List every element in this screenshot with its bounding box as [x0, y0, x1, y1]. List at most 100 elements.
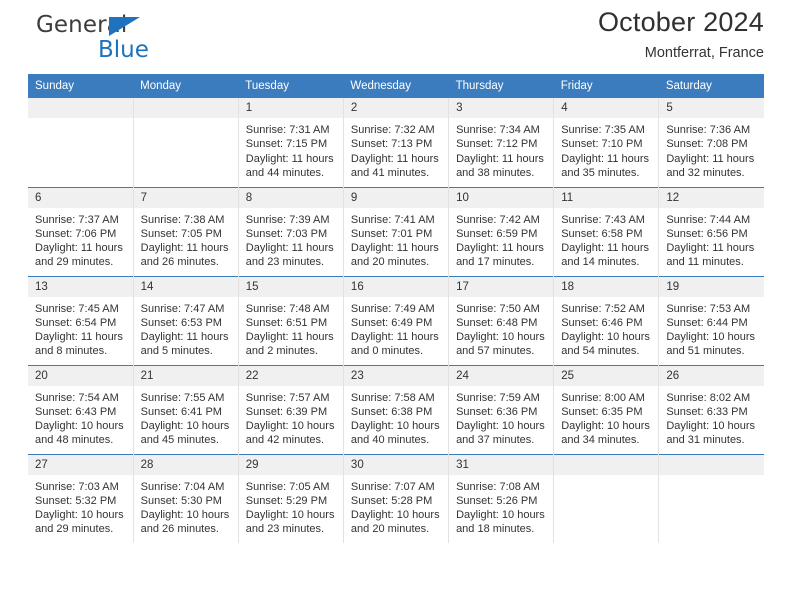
calendar-day-cell[interactable]: 9 Sunrise: 7:41 AM Sunset: 7:01 PM Daylight…	[342, 186, 449, 276]
daylight-text: Daylight: 11 hours	[35, 242, 123, 255]
calendar-day-cell[interactable]: 25 Sunrise: 8:00 AM Sunset: 6:35 PM Dayligh…	[553, 364, 659, 454]
general-blue-logo[interactable]: General Blue	[36, 14, 149, 62]
sunrise-text: Sunrise: 7:58 AM	[350, 391, 435, 404]
daylight-text: and 40 minutes.	[350, 434, 430, 447]
day-details: Sunrise: 7:05 AM Sunset: 5:29 PM Daylight:…	[239, 475, 343, 537]
day-details: Sunrise: 7:58 AM Sunset: 6:38 PM Daylight:…	[344, 386, 448, 448]
daylight-text: Daylight: 11 hours	[456, 242, 544, 255]
day-number: 30	[343, 454, 449, 475]
day-number: 8	[238, 187, 343, 208]
day-number: 17	[449, 276, 554, 297]
sunrise-text: Sunrise: 7:59 AM	[456, 391, 540, 404]
day-details: Sunrise: 7:43 AM Sunset: 6:58 PM Daylight:…	[554, 208, 658, 270]
calendar-day-cell-empty	[658, 453, 764, 543]
calendar-day-cell[interactable]: 22 Sunrise: 7:57 AM Sunset: 6:39 PM Dayligh…	[237, 364, 344, 454]
sunset-text: Sunset: 6:43 PM	[35, 405, 117, 418]
calendar-day-cell[interactable]: 4 Sunrise: 7:35 AM Sunset: 7:10 PM Daylight…	[553, 98, 659, 187]
daylight-text: and 35 minutes.	[561, 166, 640, 179]
sunset-text: Sunset: 6:48 PM	[456, 316, 538, 329]
day-number: 9	[343, 187, 449, 208]
calendar-day-cell[interactable]: 29 Sunrise: 7:05 AM Sunset: 5:29 PM Dayligh…	[237, 453, 344, 543]
calendar-day-cell[interactable]: 12 Sunrise: 7:44 AM Sunset: 6:56 PM Dayligh…	[658, 186, 764, 276]
calendar-day-cell[interactable]: 1 Sunrise: 7:31 AM Sunset: 7:15 PM Daylight…	[237, 98, 344, 187]
calendar-day-cell[interactable]: 7 Sunrise: 7:38 AM Sunset: 7:05 PM Daylight…	[132, 186, 239, 276]
daylight-text: and 2 minutes.	[245, 345, 318, 358]
day-details	[28, 118, 133, 123]
daylight-text: and 32 minutes.	[666, 166, 745, 179]
calendar-day-cell[interactable]: 14 Sunrise: 7:47 AM Sunset: 6:53 PM Dayligh…	[132, 275, 239, 365]
daylight-text: and 20 minutes.	[350, 523, 430, 536]
day-number: 7	[133, 187, 238, 208]
calendar-day-cell[interactable]: 20 Sunrise: 7:54 AM Sunset: 6:43 PM Dayligh…	[28, 364, 134, 454]
calendar-day-cell[interactable]: 26 Sunrise: 8:02 AM Sunset: 6:33 PM Dayligh…	[658, 364, 764, 454]
calendar-day-cell[interactable]: 30 Sunrise: 7:07 AM Sunset: 5:28 PM Dayligh…	[342, 453, 449, 543]
sunrise-text: Sunrise: 7:41 AM	[350, 213, 435, 226]
calendar-day-cell[interactable]: 11 Sunrise: 7:43 AM Sunset: 6:58 PM Dayligh…	[553, 186, 659, 276]
calendar-day-cell[interactable]: 13 Sunrise: 7:45 AM Sunset: 6:54 PM Dayligh…	[28, 275, 134, 365]
daylight-text: Daylight: 11 hours	[350, 152, 439, 165]
day-details: Sunrise: 7:41 AM Sunset: 7:01 PM Daylight:…	[344, 208, 448, 270]
sunrise-text: Sunrise: 7:08 AM	[456, 480, 540, 493]
calendar-day-cell[interactable]: 24 Sunrise: 7:59 AM Sunset: 6:36 PM Dayligh…	[448, 364, 554, 454]
daylight-text: Daylight: 10 hours	[561, 331, 650, 344]
day-details: Sunrise: 7:35 AM Sunset: 7:10 PM Daylight:…	[554, 118, 658, 180]
sunrise-text: Sunrise: 8:00 AM	[561, 391, 645, 404]
calendar-day-cell[interactable]: 10 Sunrise: 7:42 AM Sunset: 6:59 PM Dayligh…	[448, 186, 554, 276]
day-details: Sunrise: 7:55 AM Sunset: 6:41 PM Daylight:…	[134, 386, 238, 448]
sunrise-text: Sunrise: 7:47 AM	[140, 302, 225, 315]
daylight-text: and 26 minutes.	[140, 256, 219, 269]
sunset-text: Sunset: 6:46 PM	[561, 316, 643, 329]
sunrise-text: Sunrise: 7:43 AM	[561, 213, 645, 226]
day-number: 3	[449, 98, 554, 118]
calendar-day-cell[interactable]: 16 Sunrise: 7:49 AM Sunset: 6:49 PM Dayligh…	[342, 275, 449, 365]
calendar-day-cell-empty	[132, 98, 239, 187]
calendar-day-cell[interactable]: 6 Sunrise: 7:37 AM Sunset: 7:06 PM Daylight…	[28, 186, 134, 276]
daylight-text: and 20 minutes.	[350, 256, 430, 269]
calendar-day-cell[interactable]: 19 Sunrise: 7:53 AM Sunset: 6:44 PM Dayligh…	[658, 275, 764, 365]
daylight-text: Daylight: 11 hours	[245, 242, 334, 255]
calendar-week-row: 27 Sunrise: 7:03 AM Sunset: 5:32 PM Dayligh…	[28, 453, 764, 543]
day-number: 24	[449, 365, 554, 386]
daylight-text: Daylight: 10 hours	[35, 509, 124, 522]
sunrise-text: Sunrise: 7:35 AM	[561, 124, 645, 136]
calendar-day-cell[interactable]: 8 Sunrise: 7:39 AM Sunset: 7:03 PM Daylight…	[237, 186, 344, 276]
calendar-day-cell[interactable]: 23 Sunrise: 7:58 AM Sunset: 6:38 PM Dayligh…	[342, 364, 449, 454]
calendar-day-cell[interactable]: 3 Sunrise: 7:34 AM Sunset: 7:12 PM Daylight…	[448, 98, 554, 187]
calendar-page: General Blue October 2024 Montferrat, Fr…	[0, 0, 792, 612]
calendar-day-cell[interactable]: 17 Sunrise: 7:50 AM Sunset: 6:48 PM Dayligh…	[448, 275, 554, 365]
day-details: Sunrise: 7:08 AM Sunset: 5:26 PM Daylight:…	[449, 475, 553, 537]
daylight-text: Daylight: 10 hours	[140, 420, 230, 433]
sunrise-text: Sunrise: 7:37 AM	[35, 213, 119, 226]
day-details	[134, 118, 238, 123]
sunrise-text: Sunrise: 7:55 AM	[140, 391, 225, 404]
calendar-header-row: Sunday Monday Tuesday Wednesday Thursday…	[28, 74, 764, 98]
day-number: 26	[659, 365, 764, 386]
sunset-text: Sunset: 6:58 PM	[561, 227, 643, 240]
daylight-text: Daylight: 10 hours	[245, 509, 335, 522]
sunrise-text: Sunrise: 7:42 AM	[456, 213, 540, 226]
calendar-day-cell[interactable]: 2 Sunrise: 7:32 AM Sunset: 7:13 PM Daylight…	[342, 98, 449, 187]
calendar-day-cell[interactable]: 5 Sunrise: 7:36 AM Sunset: 7:08 PM Daylight…	[658, 98, 764, 187]
day-number: 25	[554, 365, 659, 386]
calendar-day-cell[interactable]: 31 Sunrise: 7:08 AM Sunset: 5:26 PM Dayligh…	[448, 453, 554, 543]
daylight-text: Daylight: 10 hours	[456, 420, 545, 433]
sunset-text: Sunset: 7:10 PM	[561, 138, 643, 151]
daylight-text: and 11 minutes.	[666, 256, 744, 269]
calendar-day-cell[interactable]: 27 Sunrise: 7:03 AM Sunset: 5:32 PM Dayligh…	[28, 453, 134, 543]
sunset-text: Sunset: 6:36 PM	[456, 405, 538, 418]
daylight-text: Daylight: 11 hours	[35, 331, 123, 344]
day-details: Sunrise: 7:54 AM Sunset: 6:43 PM Daylight:…	[28, 386, 133, 448]
day-details: Sunrise: 7:04 AM Sunset: 5:30 PM Daylight:…	[134, 475, 238, 537]
calendar-day-cell[interactable]: 18 Sunrise: 7:52 AM Sunset: 6:46 PM Dayligh…	[553, 275, 659, 365]
sunset-text: Sunset: 7:06 PM	[35, 227, 117, 240]
sunrise-text: Sunrise: 7:52 AM	[561, 302, 645, 315]
calendar-day-cell[interactable]: 28 Sunrise: 7:04 AM Sunset: 5:30 PM Dayligh…	[132, 453, 239, 543]
sunset-text: Sunset: 6:39 PM	[245, 405, 328, 418]
day-number	[659, 454, 764, 475]
calendar-day-cell[interactable]: 15 Sunrise: 7:48 AM Sunset: 6:51 PM Dayligh…	[237, 275, 344, 365]
day-number: 28	[133, 454, 238, 475]
sunrise-text: Sunrise: 7:32 AM	[350, 124, 435, 136]
calendar-day-cell[interactable]: 21 Sunrise: 7:55 AM Sunset: 6:41 PM Dayligh…	[132, 364, 239, 454]
sunrise-text: Sunrise: 7:49 AM	[350, 302, 435, 315]
daylight-text: Daylight: 10 hours	[456, 509, 545, 522]
